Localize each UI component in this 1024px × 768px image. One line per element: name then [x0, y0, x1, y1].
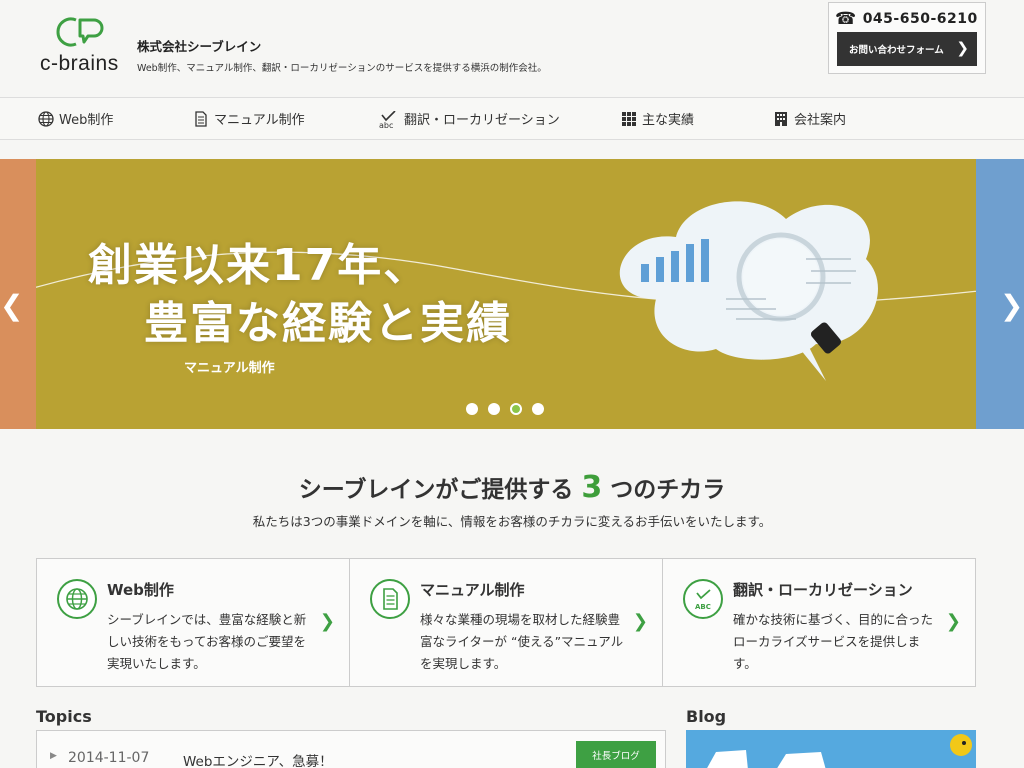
services-heading-number: 3: [581, 470, 603, 505]
blog-heading: Blog: [686, 707, 727, 726]
blog-banner-illustration: [686, 730, 976, 768]
company-name: 株式会社シーブレイン: [137, 39, 262, 54]
grid-icon: [621, 111, 637, 127]
nav-label: Web制作: [59, 113, 114, 128]
nav-item-web[interactable]: Web制作: [38, 109, 113, 128]
nav-label: 会社案内: [794, 113, 847, 128]
main-nav: Web制作 マニュアル制作 abc 翻訳・ローカリゼーション 主な実績 会社案内: [0, 97, 1024, 140]
slider-next-icon[interactable]: ❯: [1000, 289, 1023, 322]
chevron-right-icon: ❯: [956, 39, 969, 57]
logo-mark-icon: [56, 17, 104, 47]
topic-title: Webエンジニア、急募！: [183, 754, 333, 768]
slider-dots: [466, 403, 544, 415]
service-card-title: 翻訳・ローカリゼーション: [733, 581, 913, 599]
bullet-icon: ▶: [50, 751, 57, 761]
slider-dot[interactable]: [510, 403, 522, 415]
services-heading-part: シーブレインがご提供する: [298, 477, 574, 503]
service-card-manual[interactable]: マニュアル制作 様々な業種の現場を取材した経験豊富なライターが “使える”マニュ…: [350, 559, 663, 686]
service-card-text: 確かな技術に基づく、目的に合ったローカライズサービスを提供します。: [733, 612, 934, 671]
svg-text:abc: abc: [379, 121, 393, 129]
chevron-right-icon: ❯: [319, 611, 335, 632]
service-card-text: シーブレインでは、豊富な経験と新しい技術をもってお客様のご要望を実現いたします。: [107, 612, 307, 671]
contact-form-button[interactable]: お問い合わせフォーム ❯: [837, 32, 977, 66]
slider-dot[interactable]: [488, 403, 500, 415]
service-card-text: 様々な業種の現場を取材した経験豊富なライターが “使える”マニュアルを実現します…: [420, 612, 624, 671]
services-subtitle: 私たちは3つの事業ドメインを軸に、情報をお客様のチカラに変えるお手伝いをいたしま…: [252, 514, 772, 529]
abc-check-icon: abc: [379, 109, 399, 130]
contact-button-label: お問い合わせフォーム: [849, 45, 944, 56]
services-heading-part: つのチカラ: [610, 477, 726, 503]
document-icon: [370, 579, 410, 619]
chevron-right-icon: ❯: [945, 611, 961, 632]
hero-slider: 創業以来17年、 豊富な経験と実績 マニュアル制作 ❮ ❯: [0, 159, 1024, 429]
contact-box: ☎ 045-650-6210 お問い合わせフォーム ❯: [828, 2, 986, 74]
topics-heading: Topics: [36, 707, 92, 726]
logo-wordmark: c-brains: [40, 52, 119, 75]
nav-label: 翻訳・ローカリゼーション: [404, 113, 560, 128]
slider-prev-icon[interactable]: ❮: [0, 289, 23, 322]
site-header: c-brains 株式会社シーブレイン Web制作、マニュアル制作、翻訳・ローカ…: [0, 0, 1024, 97]
chevron-right-icon: ❯: [632, 611, 648, 632]
tagline: Web制作、マニュアル制作、翻訳・ローカリゼーションのサービスを提供する横浜の制…: [137, 63, 547, 74]
slider-dot[interactable]: [466, 403, 478, 415]
svg-text:ABC: ABC: [695, 603, 711, 611]
phone-text: 045-650-6210: [862, 11, 978, 27]
nav-item-company[interactable]: 会社案内: [773, 109, 846, 128]
nav-item-works[interactable]: 主な実績: [621, 109, 694, 128]
service-card-web[interactable]: Web制作 シーブレインでは、豊富な経験と新しい技術をもってお客様のご要望を実現…: [37, 559, 350, 686]
abc-check-icon: ABC: [683, 579, 723, 619]
hero-caption: マニュアル制作: [184, 361, 275, 376]
hero-headline-1: 創業以来17年、: [88, 240, 430, 291]
globe-icon: [57, 579, 97, 619]
site-logo[interactable]: c-brains: [40, 14, 126, 76]
service-card-title: Web制作: [107, 581, 174, 599]
slider-dot[interactable]: [532, 403, 544, 415]
blog-banner-image[interactable]: [686, 730, 976, 768]
nav-item-manual[interactable]: マニュアル制作: [193, 109, 305, 128]
phone-icon: ☎: [835, 9, 857, 29]
globe-icon: [38, 110, 54, 127]
topic-category-badge[interactable]: 社長ブログ: [576, 741, 656, 768]
nav-item-translation[interactable]: abc 翻訳・ローカリゼーション: [379, 109, 560, 130]
topic-date: 2014-11-07: [68, 750, 150, 766]
phone-number[interactable]: ☎ 045-650-6210: [835, 9, 978, 29]
nav-label: 主な実績: [642, 113, 695, 128]
service-cards: Web制作 シーブレインでは、豊富な経験と新しい技術をもってお客様のご要望を実現…: [36, 558, 976, 687]
topics-list: ▶ 2014-11-07 Webエンジニア、急募！ 社長ブログ: [36, 730, 666, 768]
service-card-title: マニュアル制作: [420, 581, 525, 599]
hero-headline-2: 豊富な経験と実績: [144, 298, 512, 349]
nav-label: マニュアル制作: [214, 113, 305, 128]
service-card-translation[interactable]: ABC 翻訳・ローカリゼーション 確かな技術に基づく、目的に合ったローカライズサ…: [663, 559, 975, 686]
building-icon: [773, 111, 789, 127]
services-heading: シーブレインがご提供する 3 つのチカラ: [0, 470, 1024, 505]
document-icon: [193, 110, 209, 127]
